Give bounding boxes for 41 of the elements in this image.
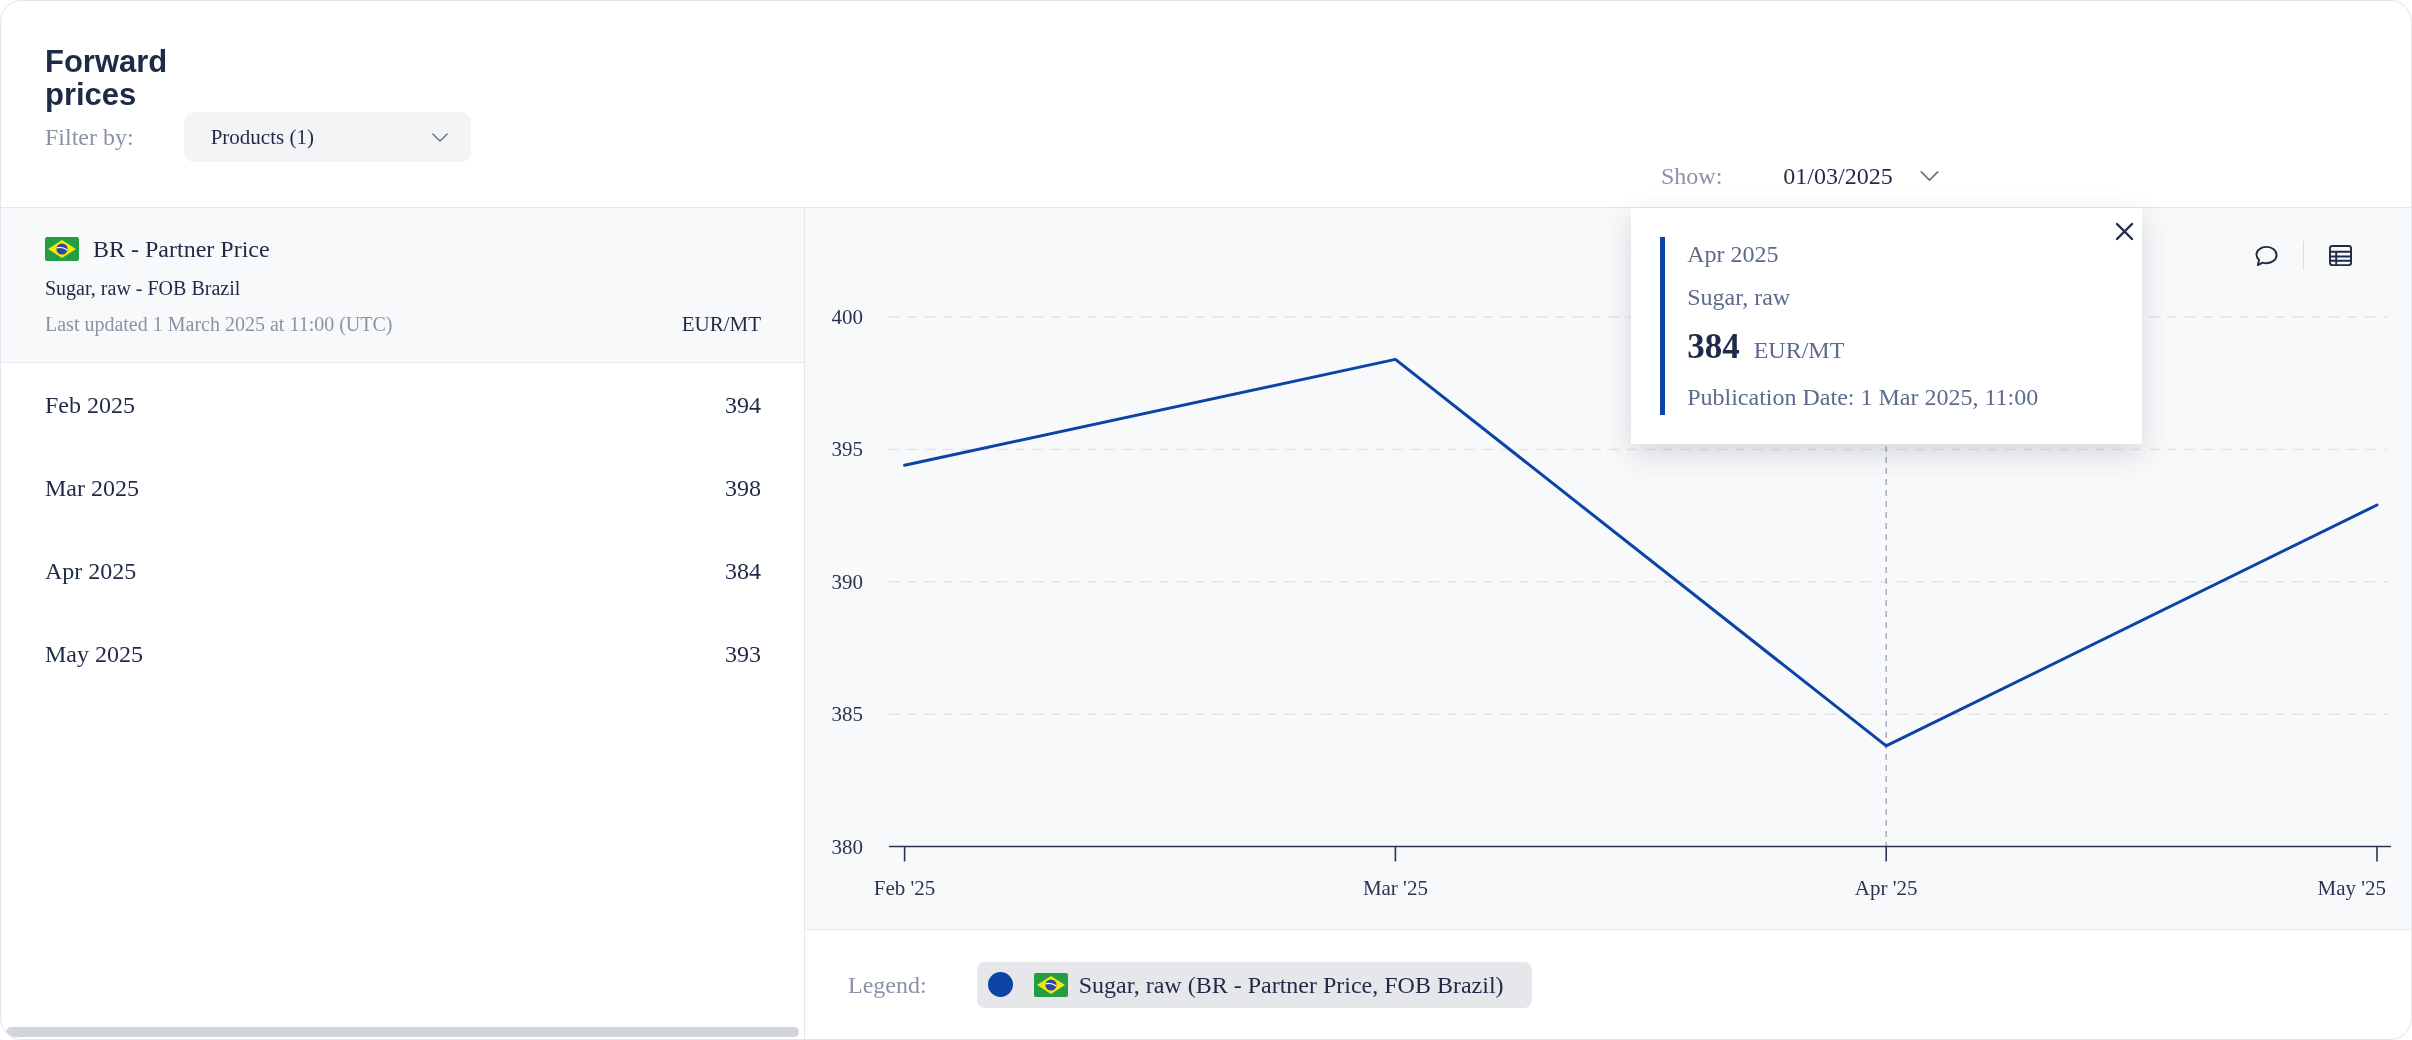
last-updated-text: Last updated 1 March 2025 at 11:00 (UTC): [45, 312, 393, 336]
x-axis-label: Apr '25: [1854, 876, 1918, 900]
comment-icon[interactable]: [2253, 244, 2279, 267]
price-value: 398: [725, 473, 761, 502]
y-axis-label: 395: [831, 437, 863, 462]
legend-label: Legend:: [848, 970, 927, 999]
chevron-down-icon: [431, 132, 448, 142]
show-label: Show:: [1661, 162, 1723, 190]
month-label: Feb 2025: [45, 390, 135, 419]
horizontal-scrollbar[interactable]: [6, 1027, 799, 1037]
unit-label: EUR/MT: [681, 312, 761, 336]
y-axis-label: 385: [831, 702, 863, 727]
filter-label: Filter by:: [45, 123, 134, 151]
month-label: Apr 2025: [45, 556, 137, 585]
x-axis-label: Feb '25: [873, 876, 936, 900]
page-title: Forward prices: [45, 45, 168, 111]
date-dropdown[interactable]: 01/03/2025: [1783, 162, 1939, 190]
legend-item[interactable]: Sugar, raw (BR - Partner Price, FOB Brazil): [976, 961, 1532, 1008]
x-axis-label: May '25: [2317, 876, 2386, 900]
tooltip-value: 384: [1687, 329, 1740, 365]
price-value: 393: [725, 639, 761, 668]
series-title: BR - Partner Price: [93, 236, 270, 262]
month-label: May 2025: [45, 639, 143, 668]
x-axis-label: Mar '25: [1362, 876, 1428, 900]
publication-date: Publication Date: 1 Mar 2025, 11:00: [1687, 385, 2039, 409]
y-axis-label: 400: [831, 305, 863, 329]
y-axis-label: 390: [831, 569, 863, 594]
month-label: Mar 2025: [45, 473, 139, 502]
product-subtitle: Sugar, raw - FOB Brazil: [45, 276, 241, 300]
price-value: 384: [725, 556, 761, 585]
close-icon[interactable]: [2115, 222, 2135, 241]
table-icon[interactable]: [2328, 244, 2353, 267]
y-axis-label: 380: [831, 834, 863, 859]
tooltip-unit: EUR/MT: [1753, 336, 1845, 364]
price-value: 394: [725, 390, 761, 419]
tooltip-product: Sugar, raw: [1687, 285, 1791, 309]
chevron-down-icon: [1919, 171, 1939, 181]
brazil-flag-icon: [1033, 972, 1068, 997]
tooltip-period: Apr 2025: [1687, 242, 1779, 266]
brazil-flag-icon: [45, 237, 79, 261]
products-dropdown[interactable]: Products (1): [183, 112, 471, 162]
